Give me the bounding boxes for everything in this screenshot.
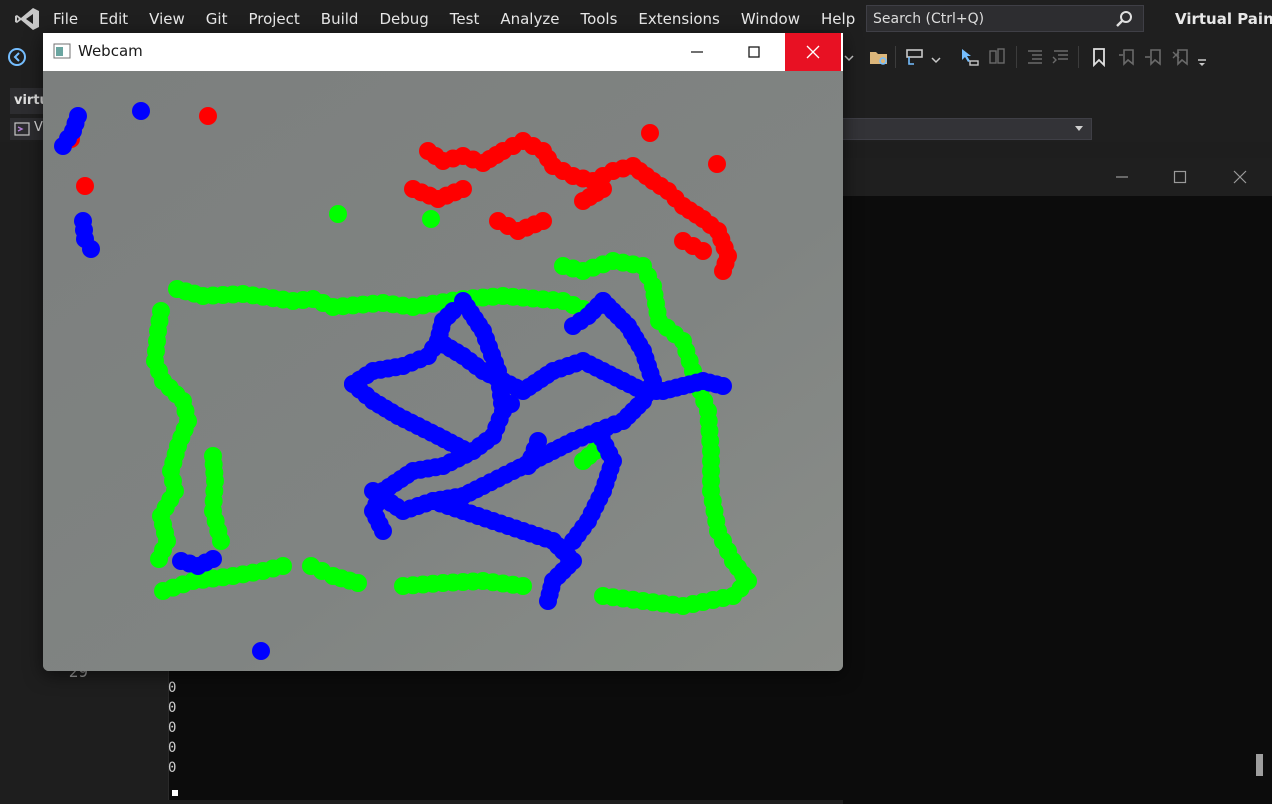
solution-explorer-icon[interactable] bbox=[904, 46, 926, 68]
green-paint-stroke bbox=[349, 574, 367, 592]
open-folder-icon[interactable] bbox=[868, 46, 890, 68]
maximize-icon[interactable] bbox=[1169, 166, 1191, 188]
blue-paint-stroke bbox=[374, 522, 392, 540]
red-paint-stroke bbox=[76, 177, 94, 195]
blue-paint-stroke bbox=[204, 550, 222, 568]
toolbar-overflow-icon[interactable] bbox=[1196, 46, 1208, 68]
webcam-window-title: Webcam bbox=[78, 42, 143, 60]
toolbar-separator bbox=[895, 46, 896, 68]
blue-paint-stroke bbox=[132, 102, 150, 120]
console-output: 0 0 0 0 0 bbox=[168, 678, 176, 778]
maximize-icon bbox=[748, 46, 760, 58]
console-line: 0 bbox=[168, 720, 177, 736]
uncomment-lines-icon[interactable] bbox=[1050, 46, 1072, 68]
visual-studio-logo-icon[interactable] bbox=[14, 7, 40, 31]
green-paint-stroke bbox=[514, 577, 532, 595]
clear-bookmarks-icon[interactable] bbox=[1170, 46, 1192, 68]
console-titlebar bbox=[843, 158, 1272, 196]
select-element-icon[interactable] bbox=[958, 46, 980, 68]
app-window-icon bbox=[53, 43, 71, 59]
dropdown-arrow-icon[interactable] bbox=[930, 46, 942, 68]
minimize-icon[interactable] bbox=[1111, 166, 1133, 188]
red-paint-stroke bbox=[714, 262, 732, 280]
red-paint-stroke bbox=[694, 242, 712, 260]
blue-paint-stroke bbox=[529, 432, 547, 450]
red-paint-stroke bbox=[454, 180, 472, 198]
green-paint-stroke bbox=[329, 205, 347, 223]
close-icon bbox=[806, 45, 820, 59]
green-paint-stroke bbox=[422, 210, 440, 228]
search-icon[interactable] bbox=[1115, 10, 1133, 28]
red-paint-stroke bbox=[594, 180, 612, 198]
search-input[interactable] bbox=[873, 8, 1103, 29]
app-title: Virtual Painter bbox=[1175, 10, 1272, 28]
previous-bookmark-icon[interactable] bbox=[1116, 46, 1138, 68]
console-output-area bbox=[168, 662, 1249, 800]
dropdown-arrow-icon[interactable] bbox=[843, 46, 855, 68]
member-dropdown[interactable] bbox=[840, 118, 1092, 140]
blue-paint-stroke bbox=[82, 240, 100, 258]
blue-paint-stroke bbox=[502, 395, 520, 413]
blue-paint-stroke bbox=[539, 592, 557, 610]
webcam-minimize-button[interactable] bbox=[669, 33, 725, 71]
red-paint-stroke bbox=[199, 107, 217, 125]
webcam-window[interactable]: Webcam bbox=[43, 33, 843, 671]
blue-paint-stroke bbox=[714, 377, 732, 395]
webcam-canvas[interactable] bbox=[43, 71, 843, 671]
bookmark-icon[interactable] bbox=[1088, 46, 1110, 68]
toolbar-separator bbox=[1078, 46, 1079, 68]
back-icon[interactable] bbox=[6, 46, 28, 68]
green-paint-stroke bbox=[274, 557, 292, 575]
close-icon[interactable] bbox=[1229, 166, 1251, 188]
blue-paint-stroke bbox=[564, 532, 582, 550]
blue-paint-stroke bbox=[69, 107, 87, 125]
webcam-titlebar[interactable]: Webcam bbox=[43, 33, 843, 71]
red-paint-stroke bbox=[534, 212, 552, 230]
green-paint-stroke bbox=[150, 550, 168, 568]
console-line: 0 bbox=[168, 740, 177, 756]
comment-lines-icon[interactable] bbox=[1024, 46, 1046, 68]
console-scrollbar[interactable] bbox=[1256, 754, 1263, 776]
toolbar-separator bbox=[1016, 46, 1017, 68]
blue-paint-stroke bbox=[252, 642, 270, 660]
project-icon bbox=[14, 122, 30, 136]
console-line: 0 bbox=[168, 700, 177, 716]
console-cursor bbox=[172, 790, 178, 796]
format-icon[interactable] bbox=[986, 46, 1008, 68]
console-line: 0 bbox=[168, 680, 177, 696]
red-paint-stroke bbox=[641, 124, 659, 142]
chevron-down-icon[interactable] bbox=[1075, 126, 1083, 131]
red-paint-stroke bbox=[708, 155, 726, 173]
minimize-icon bbox=[691, 51, 703, 53]
next-bookmark-icon[interactable] bbox=[1143, 46, 1165, 68]
green-paint-stroke bbox=[212, 532, 230, 550]
webcam-close-button[interactable] bbox=[785, 33, 841, 71]
console-line: 0 bbox=[168, 760, 177, 776]
blue-paint-stroke bbox=[564, 317, 582, 335]
search-box[interactable] bbox=[866, 5, 1144, 32]
webcam-maximize-button[interactable] bbox=[726, 33, 782, 71]
green-paint-stroke bbox=[594, 587, 612, 605]
